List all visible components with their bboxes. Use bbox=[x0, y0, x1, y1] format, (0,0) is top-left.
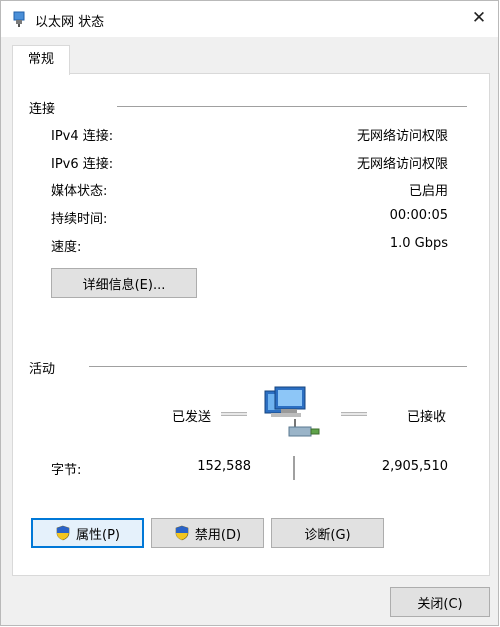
properties-button-label: 属性(P) bbox=[76, 527, 120, 543]
ipv6-value: 无网络访问权限 bbox=[356, 157, 448, 172]
uac-shield-icon bbox=[175, 525, 189, 541]
diagnose-button[interactable]: 诊断(G) bbox=[271, 518, 384, 548]
properties-button[interactable]: 属性(P) bbox=[31, 518, 144, 548]
sent-activity-line bbox=[221, 412, 247, 416]
duration-label: 持续时间: bbox=[51, 212, 108, 227]
speed-value: 1.0 Gbps bbox=[389, 236, 448, 251]
ipv6-label: IPv6 连接: bbox=[51, 157, 114, 172]
sent-label: 已发送 bbox=[172, 410, 212, 425]
close-button[interactable]: 关闭(C) bbox=[390, 587, 490, 617]
received-activity-line bbox=[341, 412, 367, 416]
tab-panel-general bbox=[12, 73, 490, 576]
title-bar[interactable]: 以太网 状态 ✕ bbox=[1, 1, 498, 37]
tab-general[interactable]: 常规 bbox=[12, 45, 70, 75]
network-computers-icon bbox=[264, 386, 320, 437]
connection-group-divider bbox=[117, 106, 467, 107]
media-state-label: 媒体状态: bbox=[51, 184, 108, 199]
ipv4-label: IPv4 连接: bbox=[51, 129, 114, 144]
details-button[interactable]: 详细信息(E)... bbox=[51, 268, 197, 298]
bytes-received-value: 2,905,510 bbox=[381, 459, 448, 474]
bytes-sent-value: 152,588 bbox=[197, 459, 251, 474]
status-dialog: 以太网 状态 ✕ 常规 连接 IPv4 连接: 无网络访问权限 IPv6 连接:… bbox=[0, 0, 499, 626]
media-state-value: 已启用 bbox=[408, 184, 448, 199]
network-adapter-icon bbox=[13, 11, 25, 27]
ipv4-value: 无网络访问权限 bbox=[356, 129, 448, 144]
activity-group-divider bbox=[89, 366, 467, 367]
bytes-label: 字节: bbox=[51, 463, 82, 478]
activity-group-heading: 活动 bbox=[29, 362, 56, 377]
connection-group-heading: 连接 bbox=[29, 102, 56, 117]
window-title: 以太网 状态 bbox=[35, 15, 105, 30]
disable-button[interactable]: 禁用(D) bbox=[151, 518, 264, 548]
disable-button-label: 禁用(D) bbox=[194, 527, 242, 543]
uac-shield-icon bbox=[56, 525, 70, 541]
speed-label: 速度: bbox=[51, 240, 82, 255]
bytes-separator bbox=[293, 456, 295, 480]
close-icon[interactable]: ✕ bbox=[466, 5, 492, 31]
received-label: 已接收 bbox=[407, 410, 447, 425]
duration-value: 00:00:05 bbox=[389, 208, 448, 223]
